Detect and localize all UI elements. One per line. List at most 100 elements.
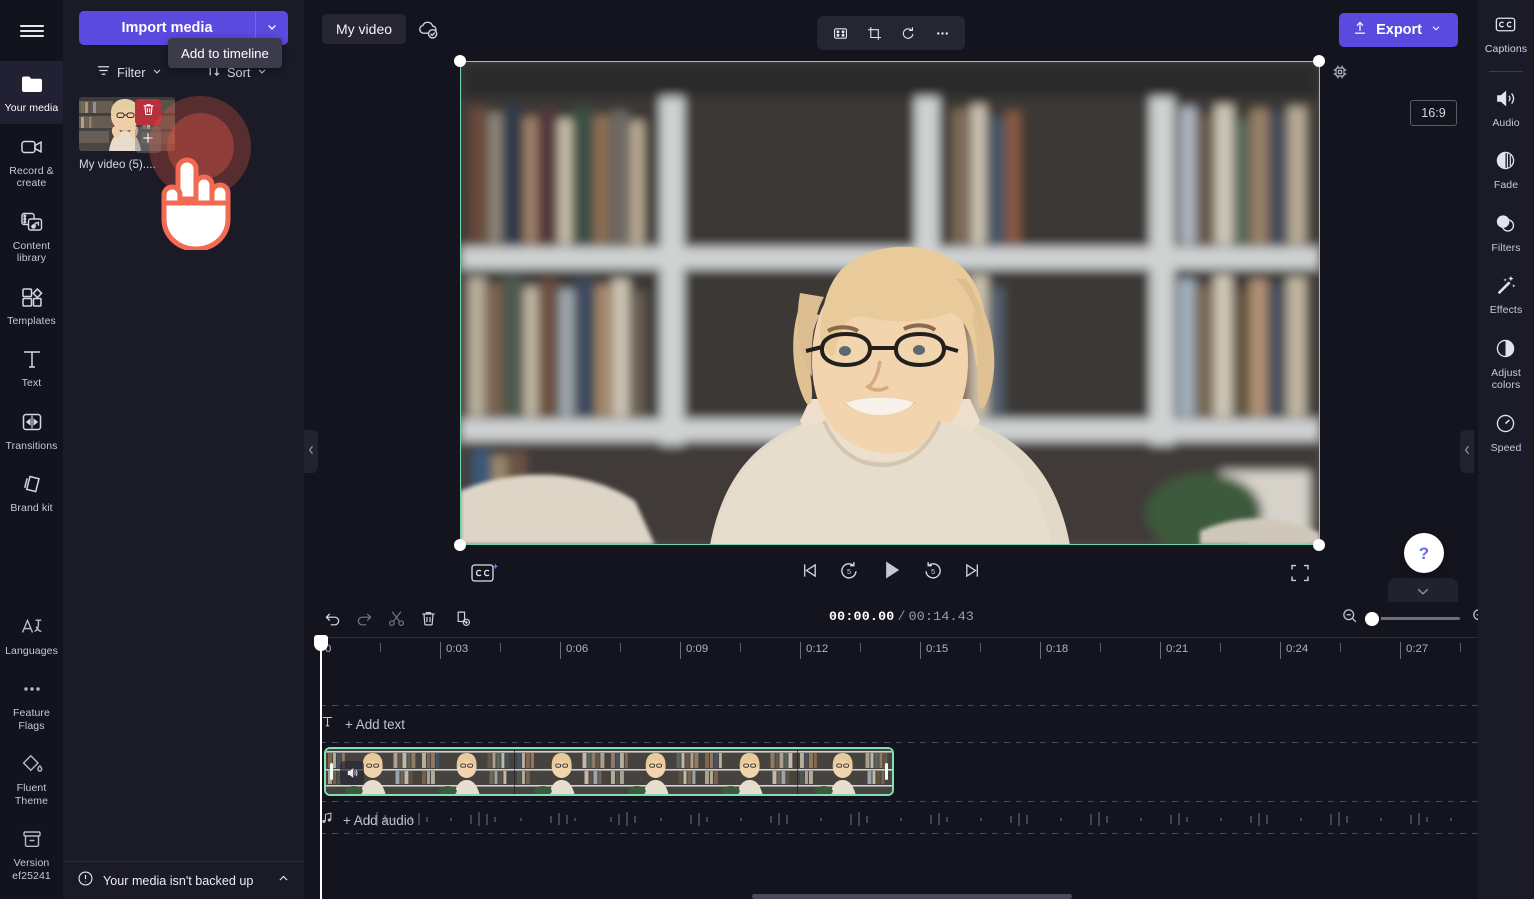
right-item-label: Fade — [1493, 179, 1519, 191]
plus-icon — [140, 130, 156, 151]
resize-handle-top-right[interactable] — [1313, 55, 1325, 67]
aspect-ratio-chip[interactable]: 16:9 — [1410, 100, 1457, 126]
paint-bucket-icon — [19, 751, 45, 777]
sidebar-item-fluent-theme[interactable]: Fluent Theme — [0, 741, 63, 816]
sidebar-item-label: Templates — [7, 314, 56, 327]
collapse-right-panel-button[interactable] — [1460, 430, 1474, 473]
fit-icon[interactable] — [825, 19, 855, 47]
skip-previous-icon[interactable] — [799, 560, 820, 581]
sidebar-item-languages[interactable]: Languages — [0, 604, 63, 667]
rewind-5-icon[interactable]: 5 — [838, 559, 860, 581]
right-item-label: Speed — [1490, 441, 1522, 454]
delete-media-button[interactable] — [135, 99, 161, 125]
zoom-slider-knob[interactable] — [1365, 611, 1379, 626]
svg-text:5: 5 — [847, 567, 851, 576]
crop-icon[interactable] — [859, 19, 889, 47]
sidebar-item-transitions[interactable]: Transitions — [0, 399, 63, 462]
trash-icon[interactable] — [415, 605, 441, 631]
right-item-captions[interactable]: Captions — [1478, 0, 1534, 65]
project-title[interactable]: My video — [322, 14, 407, 44]
timeline-ruler[interactable]: 0 0:03 0:06 0:09 0:12 0:15 0:18 0:21 0:2 — [320, 637, 1478, 663]
ruler-label: 0:09 — [686, 643, 709, 655]
export-button[interactable]: Export — [1339, 13, 1458, 47]
resize-handle-top-left[interactable] — [454, 55, 466, 67]
chevron-up-icon — [277, 872, 290, 890]
music-note-icon — [320, 811, 334, 830]
sidebar-item-your-media[interactable]: Your media — [0, 61, 63, 124]
backup-status-bar[interactable]: Your media isn't backed up — [63, 861, 304, 899]
zoom-out-icon[interactable] — [1341, 607, 1359, 630]
sidebar-item-brand-kit[interactable]: Brand kit — [0, 461, 63, 524]
chevron-down-icon — [1430, 22, 1442, 38]
rotate-icon[interactable] — [893, 19, 923, 47]
add-audio-track[interactable]: + Add audio — [320, 805, 414, 835]
undo-icon[interactable] — [319, 605, 345, 631]
playhead-handle[interactable] — [314, 635, 328, 651]
sidebar-item-label: Your media — [4, 102, 59, 114]
redo-icon[interactable] — [351, 605, 377, 631]
clip-frame — [514, 749, 609, 794]
collapse-media-panel-button[interactable] — [304, 430, 318, 473]
sidebar-item-feature-flags[interactable]: Feature Flags — [0, 666, 63, 741]
video-preview[interactable] — [460, 61, 1320, 545]
clip-trim-handle-right[interactable] — [881, 749, 892, 794]
ruler-label: 0:15 — [926, 643, 949, 655]
help-button[interactable]: ? — [1404, 533, 1444, 573]
resize-handle-bottom-right[interactable] — [1313, 539, 1325, 551]
forward-5-icon[interactable]: 5 — [922, 559, 944, 581]
timeline-toolbar: 00:00.00/00:14.43 — [304, 597, 1534, 637]
media-item-name: My video (5).... — [79, 158, 156, 171]
sidebar-item-label: Text — [21, 377, 42, 389]
sidebar-item-version[interactable]: Version ef25241 — [0, 816, 63, 891]
right-item-filters[interactable]: Filters — [1478, 201, 1534, 264]
right-item-audio[interactable]: Audio — [1478, 76, 1534, 139]
right-item-adjust-colors[interactable]: Adjust colors — [1478, 326, 1534, 401]
add-text-track[interactable]: + Add text — [320, 709, 405, 739]
time-separator: / — [897, 609, 906, 624]
add-audio-label: + Add audio — [343, 812, 415, 828]
settings-gear-icon[interactable] — [1330, 62, 1350, 82]
right-item-fade[interactable]: Fade — [1478, 138, 1534, 201]
media-item[interactable]: My video (5).... — [79, 97, 175, 171]
video-clip[interactable] — [324, 747, 894, 796]
right-item-label: Filters — [1491, 241, 1521, 254]
playhead[interactable] — [314, 635, 328, 899]
filter-button[interactable]: Filter — [79, 59, 181, 85]
clip-frame — [608, 749, 704, 794]
skip-next-icon[interactable] — [962, 560, 983, 581]
speaker-icon[interactable] — [340, 761, 364, 785]
add-to-timeline-button[interactable] — [135, 127, 161, 153]
right-item-effects[interactable]: Effects — [1478, 263, 1534, 326]
resize-handle-bottom-left[interactable] — [454, 539, 466, 551]
clip-frame — [420, 749, 515, 794]
sidebar-item-label: Feature Flags — [13, 707, 50, 732]
ellipsis-icon[interactable] — [927, 19, 957, 47]
sidebar-item-content-library[interactable]: Content library — [0, 199, 63, 274]
left-rail: Your media Record & create Content libra… — [0, 0, 63, 899]
ruler-label: 0:06 — [566, 643, 589, 655]
filter-label: Filter — [117, 64, 146, 80]
zoom-slider[interactable] — [1365, 611, 1460, 626]
collapse-timeline-button[interactable] — [1388, 578, 1458, 602]
sidebar-item-text[interactable]: Text — [0, 336, 63, 399]
speaker-icon — [1493, 86, 1519, 112]
sidebar-item-templates[interactable]: Templates — [0, 274, 63, 337]
scissors-icon[interactable] — [383, 605, 409, 631]
timeline-horizontal-scrollbar[interactable] — [752, 894, 1072, 899]
hamburger-icon[interactable] — [0, 0, 63, 61]
duplicate-icon[interactable] — [449, 605, 475, 631]
fullscreen-icon[interactable] — [1289, 562, 1311, 584]
chevron-down-icon — [265, 20, 279, 37]
divider — [1489, 70, 1523, 72]
chevron-down-icon — [1416, 583, 1430, 601]
timeline: 00:00.00/00:14.43 0 0:03 0:06 0:09 0:12 … — [304, 597, 1534, 899]
cloud-saved-icon[interactable] — [415, 16, 441, 42]
archive-icon — [19, 826, 45, 852]
cc-sparkle-icon[interactable] — [470, 561, 500, 585]
clip-trim-handle-left[interactable] — [326, 749, 337, 794]
play-icon[interactable] — [878, 557, 904, 583]
ruler-label: 0:12 — [806, 643, 829, 655]
sidebar-item-record-create[interactable]: Record & create — [0, 124, 63, 199]
right-item-speed[interactable]: Speed — [1478, 401, 1534, 464]
filter-icon — [96, 63, 111, 81]
